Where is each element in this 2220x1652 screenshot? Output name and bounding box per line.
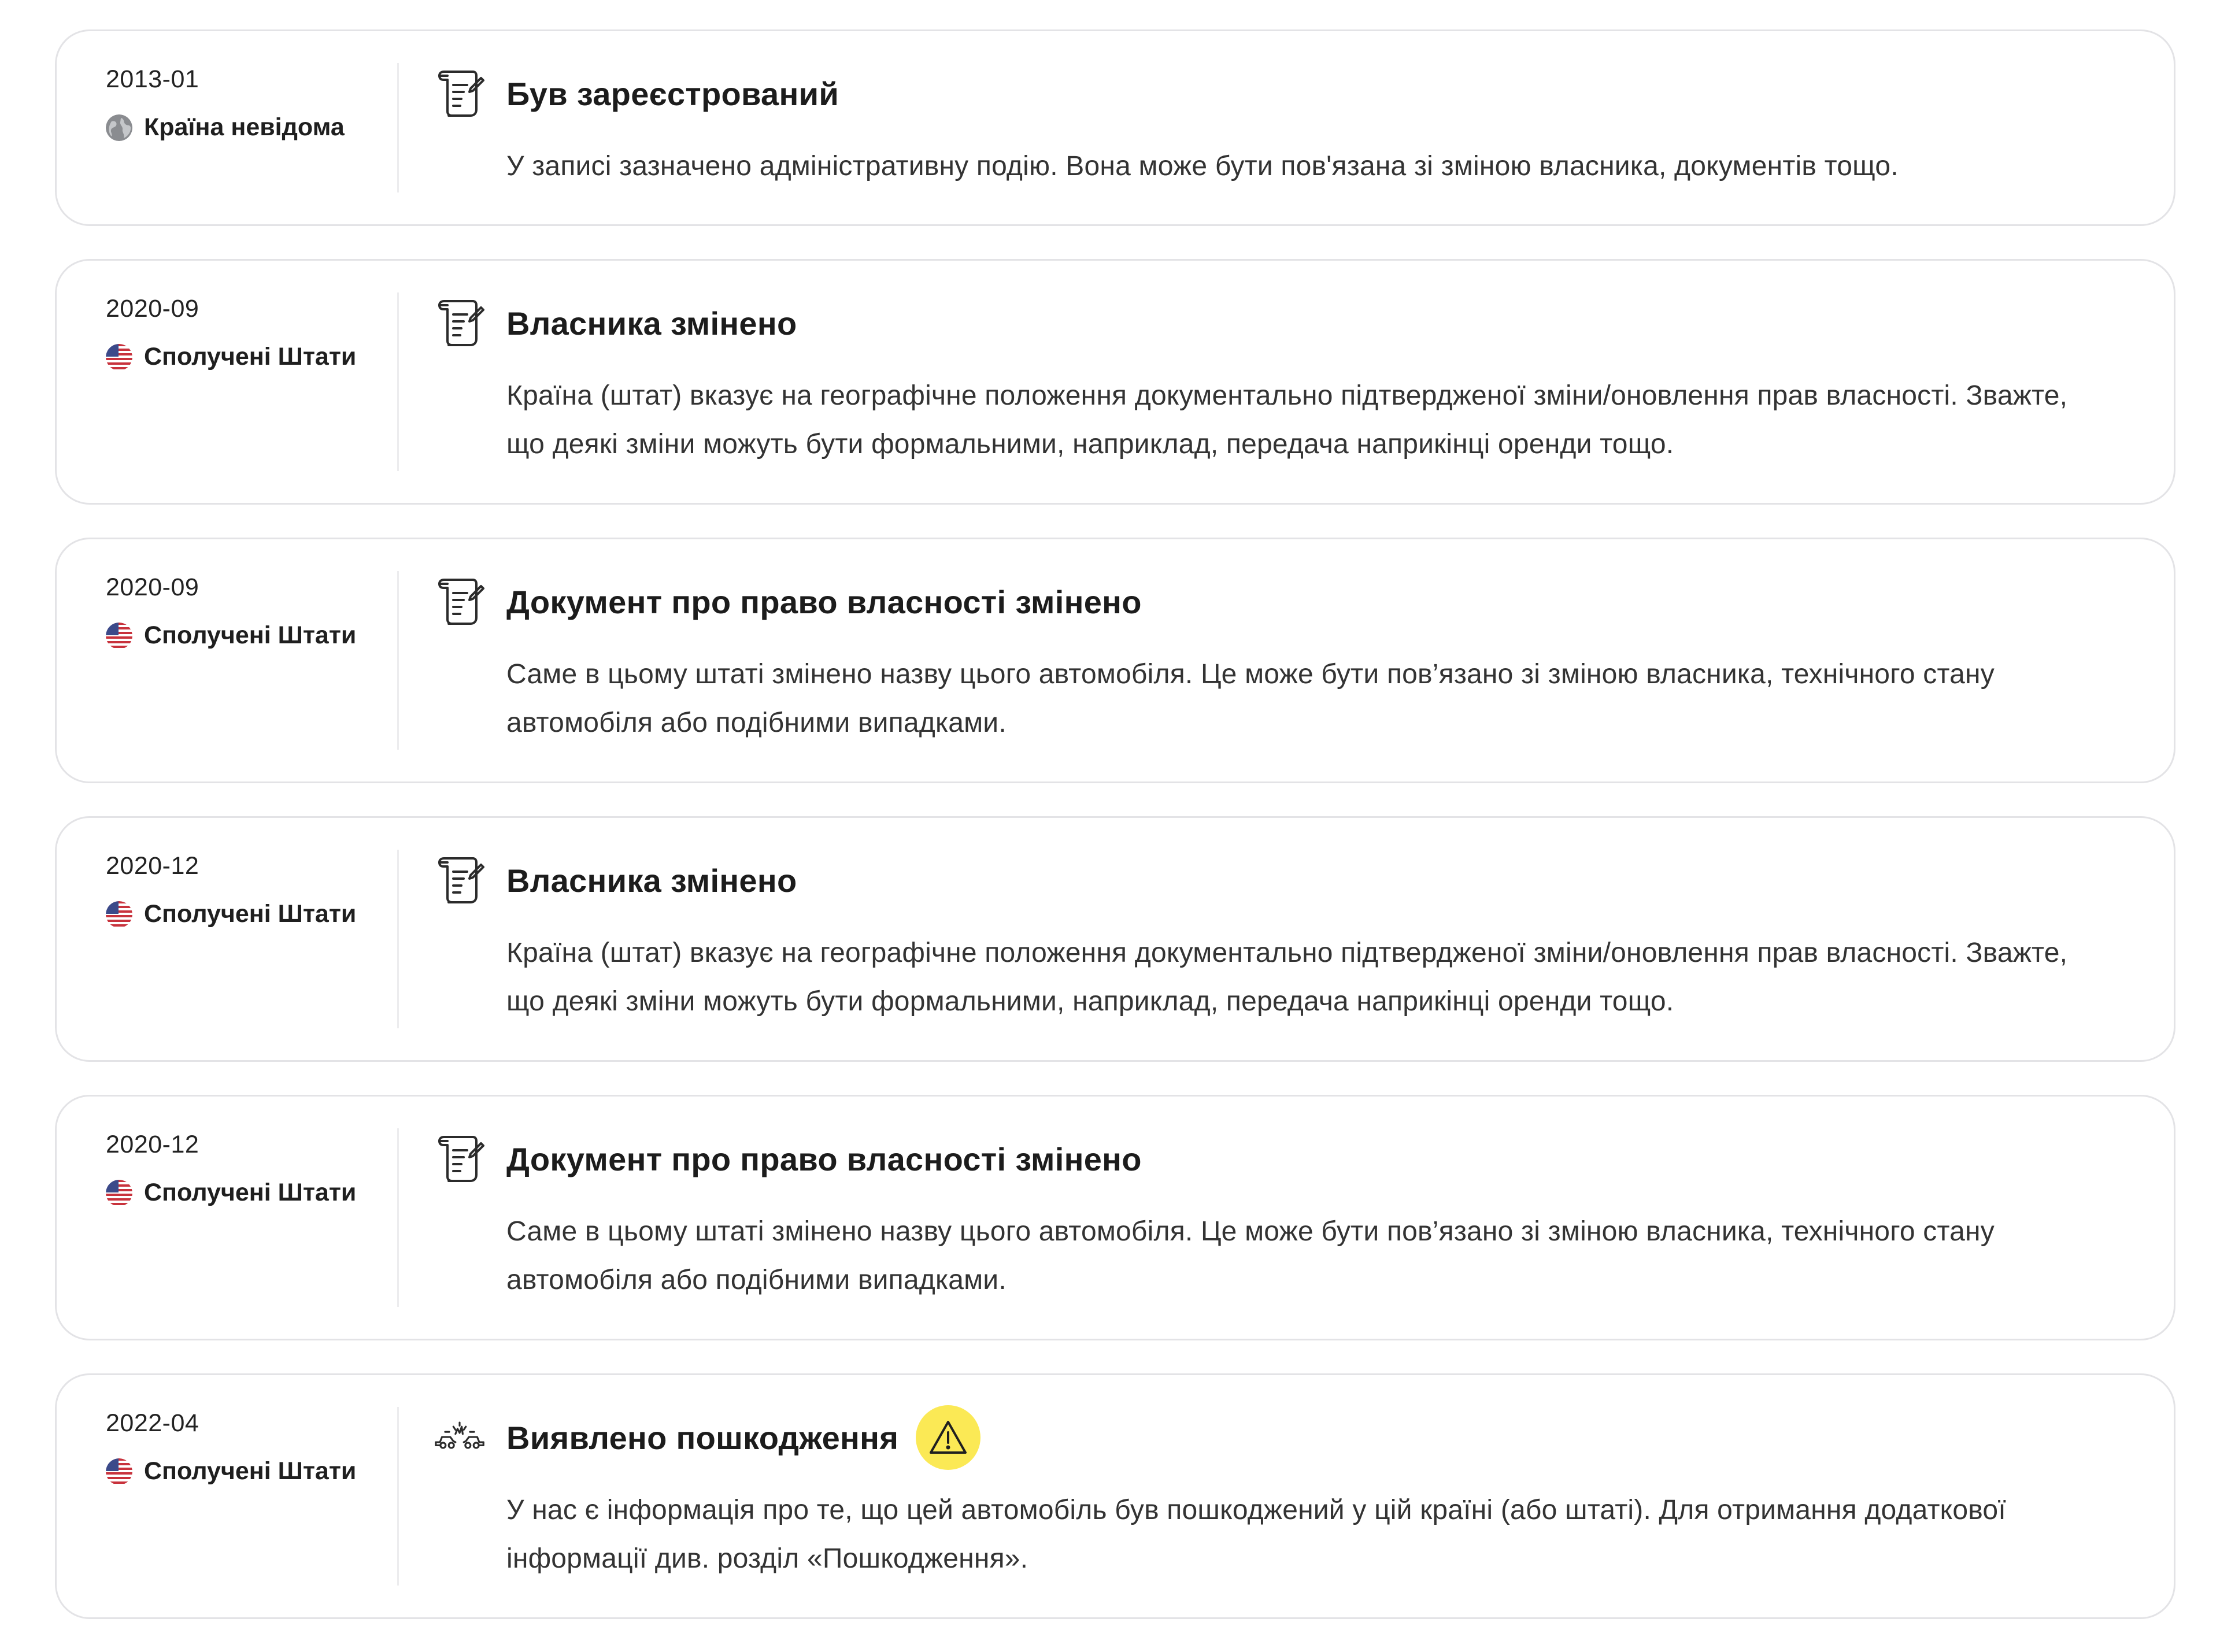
- document-scroll-icon: [435, 69, 484, 118]
- event-title-row: Документ про право власності змінено: [435, 579, 2104, 625]
- event-card: 2020-09: [55, 538, 2175, 783]
- event-content: Власника змінено Країна (штат) вказує на…: [399, 818, 2174, 1060]
- event-card: 2022-04 Сполучені Штати Виявлено пошкодж…: [55, 1373, 2175, 1619]
- event-content: Документ про право власності змінено Сам…: [399, 539, 2174, 781]
- event-title: Документ про право власності змінено: [506, 583, 1142, 620]
- event-title-row: Виявлено пошкодження: [435, 1405, 2104, 1470]
- event-card: 2020-09: [55, 259, 2175, 505]
- us-flag-icon: [106, 343, 132, 371]
- event-date: 2022-04: [106, 1409, 199, 1437]
- event-title-row: Власника змінено: [435, 857, 2104, 903]
- event-country: Сполучені Штати: [106, 1179, 399, 1207]
- warning-triangle-icon: [916, 1405, 981, 1470]
- us-flag-icon: [106, 1179, 132, 1206]
- country-name: Сполучені Штати: [144, 1457, 357, 1485]
- country-name: Сполучені Штати: [144, 621, 357, 649]
- event-title: Виявлено пошкодження: [506, 1419, 899, 1456]
- document-scroll-icon: [435, 298, 484, 348]
- event-date: 2020-09: [106, 573, 199, 601]
- event-content: Документ про право власності змінено Сам…: [399, 1097, 2174, 1339]
- event-date: 2013-01: [106, 65, 199, 93]
- document-scroll-icon: [435, 1134, 484, 1184]
- event-content: Виявлено пошкодження У нас є інформація …: [399, 1375, 2174, 1617]
- event-date: 2020-12: [106, 1131, 199, 1158]
- country-name: Сполучені Штати: [144, 1179, 357, 1206]
- event-meta: 2020-12 Сполучені Штати: [57, 818, 399, 1060]
- event-content: Був зареєстрований У записі зазначено ад…: [399, 31, 2174, 224]
- event-meta: 2020-12 Сполучені Штати: [57, 1097, 399, 1339]
- event-title-row: Документ про право власності змінено: [435, 1136, 2104, 1182]
- event-meta: 2022-04 Сполучені Штати: [57, 1375, 399, 1617]
- us-flag-icon: [106, 622, 132, 649]
- document-scroll-icon: [435, 577, 484, 627]
- country-name: Сполучені Штати: [144, 343, 357, 371]
- event-content: Власника змінено Країна (штат) вказує на…: [399, 261, 2174, 503]
- event-description: Саме в цьому штаті змінено назву цього а…: [506, 1216, 1995, 1295]
- event-description: Країна (штат) вказує на географічне поло…: [506, 938, 2068, 1017]
- event-description: Країна (штат) вказує на географічне поло…: [506, 380, 2068, 460]
- event-country: Сполучені Штати: [106, 343, 399, 371]
- car-crash-icon: [435, 1413, 484, 1462]
- event-title: Власника змінено: [506, 862, 797, 899]
- event-description: У нас є інформація про те, що цей автомо…: [506, 1495, 2006, 1574]
- country-name: Сполучені Штати: [144, 900, 357, 928]
- event-country: Сполучені Штати: [106, 900, 399, 928]
- event-title: Документ про право власності змінено: [506, 1140, 1142, 1177]
- us-flag-icon: [106, 1458, 132, 1485]
- event-date: 2020-12: [106, 852, 199, 880]
- event-country: Країна невідома: [106, 113, 399, 142]
- event-meta: 2013-01 Країна невідома: [57, 31, 399, 224]
- event-description: У записі зазначено адміністративну подію…: [506, 151, 1899, 182]
- event-description: Саме в цьому штаті змінено назву цього а…: [506, 659, 1995, 738]
- globe-icon: [106, 114, 132, 141]
- event-meta: 2020-09 Сполучені Штати: [57, 261, 399, 503]
- event-title-row: Власника змінено: [435, 300, 2104, 346]
- event-country: Сполучені Штати: [106, 621, 399, 650]
- event-date: 2020-09: [106, 295, 199, 323]
- event-title: Власника змінено: [506, 305, 797, 342]
- history-timeline: 2013-01 Країна невідома Був зареєстрован…: [55, 29, 2175, 1652]
- us-flag-icon: [106, 901, 132, 928]
- event-card: 2013-01 Країна невідома Був зареєстрован…: [55, 29, 2175, 226]
- document-scroll-icon: [435, 855, 484, 905]
- event-card: 2020-12: [55, 816, 2175, 1062]
- event-card: 2020-12: [55, 1095, 2175, 1340]
- event-title-row: Був зареєстрований: [435, 71, 2104, 117]
- event-title: Був зареєстрований: [506, 75, 839, 112]
- event-country: Сполучені Штати: [106, 1457, 399, 1486]
- country-name: Країна невідома: [144, 113, 345, 141]
- event-meta: 2020-09 Сполучені Штати: [57, 539, 399, 781]
